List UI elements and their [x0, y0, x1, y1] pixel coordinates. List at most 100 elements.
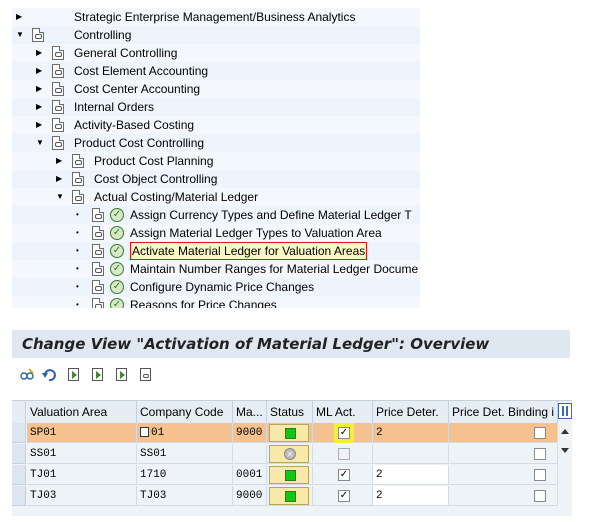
collapsed-arrow-icon[interactable]: ▶ [56, 170, 64, 188]
document-icon[interactable] [92, 280, 104, 294]
collapsed-arrow-icon[interactable]: ▶ [36, 44, 44, 62]
expanded-arrow-icon[interactable]: ▼ [56, 188, 64, 206]
tree-node-label[interactable]: Maintain Number Ranges for Material Ledg… [130, 260, 418, 278]
tree-node-label[interactable]: Actual Costing/Material Ledger [94, 188, 258, 206]
collapsed-arrow-icon[interactable]: ▶ [56, 152, 64, 170]
collapsed-arrow-icon[interactable]: ▶ [16, 8, 24, 26]
glasses-display-change-icon[interactable] [20, 368, 34, 382]
execute-icon[interactable]: ✓ [110, 280, 124, 294]
status-button[interactable] [269, 424, 309, 442]
cell-valuation-area[interactable]: TJ01 [27, 465, 137, 485]
cell-company-code[interactable]: 1710 [137, 465, 233, 485]
cell-ma[interactable]: 0001 [233, 465, 267, 485]
tree-node-label[interactable]: General Controlling [74, 44, 177, 62]
col-header-valuation-area[interactable]: Valuation Area [27, 401, 137, 423]
document-icon[interactable] [92, 208, 104, 222]
cell-price-deter[interactable]: 2 [373, 423, 449, 443]
tree-node[interactable]: • ✓ Activate Material Ledger for Valuation… [12, 242, 420, 260]
col-header-ml-act[interactable]: ML Act. [313, 401, 373, 423]
execute-icon[interactable]: ✓ [110, 226, 124, 240]
ml-act-checkbox[interactable]: ✓ [338, 469, 350, 481]
tree-node[interactable]: ▶ Cost Element Accounting [12, 62, 420, 80]
execute-icon[interactable]: ✓ [110, 208, 124, 222]
row-selector[interactable] [12, 423, 26, 443]
row-selector[interactable] [12, 465, 26, 485]
tree-node[interactable]: ▶ Cost Center Accounting [12, 80, 420, 98]
cell-valuation-area[interactable]: SP01 [27, 423, 137, 443]
col-header-company-code[interactable]: Company Code [137, 401, 233, 423]
tree-node-label[interactable]: Controlling [74, 26, 131, 44]
cell-ma[interactable]: 9000 [233, 486, 267, 506]
col-header-status[interactable]: Status [267, 401, 313, 423]
vertical-scrollbar[interactable] [558, 423, 572, 516]
tree-node-label[interactable]: Activity-Based Costing [74, 116, 194, 134]
undo-icon[interactable] [42, 368, 56, 382]
execute-icon[interactable]: ✓ [110, 244, 124, 258]
binding-checkbox[interactable] [534, 448, 546, 460]
tree-node-label[interactable]: Reasons for Price Changes [130, 296, 277, 308]
binding-checkbox[interactable] [534, 490, 546, 502]
document-icon[interactable] [72, 172, 84, 186]
cell-price-deter[interactable] [373, 444, 449, 464]
cell-company-code[interactable]: SS01 [137, 444, 233, 464]
scroll-down-icon[interactable] [561, 448, 569, 453]
tree-node-label[interactable]: Cost Object Controlling [94, 170, 217, 188]
copy-entry-icon[interactable] [68, 368, 79, 381]
cell-ma[interactable]: 9000 [233, 423, 267, 443]
tree-node-label[interactable]: Assign Currency Types and Define Materia… [130, 206, 412, 224]
document-icon[interactable] [92, 262, 104, 276]
cell-valuation-area[interactable]: TJ03 [27, 486, 137, 506]
document-icon[interactable] [52, 82, 64, 96]
document-icon[interactable] [52, 64, 64, 78]
document-icon[interactable] [52, 118, 64, 132]
collapsed-arrow-icon[interactable]: ▶ [36, 62, 44, 80]
tree-node[interactable]: ▼ Actual Costing/Material Ledger [12, 188, 420, 206]
tree-node-label[interactable]: Activate Material Ledger for Valuation A… [130, 242, 368, 260]
header-gripper[interactable] [12, 401, 26, 423]
tree-node-label[interactable]: Product Cost Controlling [74, 134, 204, 152]
tree-node[interactable]: ▶ Activity-Based Costing [12, 116, 420, 134]
collapsed-arrow-icon[interactable]: ▶ [36, 98, 44, 116]
tree-node-label[interactable]: Strategic Enterprise Management/Business… [74, 8, 355, 26]
status-button[interactable] [269, 487, 309, 505]
document-icon[interactable] [72, 154, 84, 168]
document-icon[interactable] [52, 46, 64, 60]
binding-checkbox[interactable] [534, 469, 546, 481]
tree-node[interactable]: ▶ Cost Object Controlling [12, 170, 420, 188]
ml-act-checkbox[interactable]: ✓ [338, 427, 350, 439]
execute-icon[interactable]: ✓ [110, 262, 124, 276]
copy-icon[interactable] [140, 427, 149, 438]
status-button[interactable] [269, 466, 309, 484]
document-icon[interactable] [52, 136, 64, 150]
collapsed-arrow-icon[interactable]: ▶ [36, 80, 44, 98]
tree-node[interactable]: ▼ Controlling [12, 26, 420, 44]
cell-ma[interactable] [233, 444, 267, 464]
tree-node[interactable]: ▶ Strategic Enterprise Management/Busines… [12, 8, 420, 26]
tree-node[interactable]: ▶ General Controlling [12, 44, 420, 62]
new-entries-icon[interactable] [92, 368, 103, 381]
col-header-price-deter[interactable]: Price Deter. [373, 401, 449, 423]
tree-node[interactable]: • ✓ Configure Dynamic Price Changes [12, 278, 420, 296]
cell-valuation-area[interactable]: SS01 [27, 444, 137, 464]
tree-node-label[interactable]: Cost Element Accounting [74, 62, 208, 80]
delete-icon[interactable] [116, 368, 127, 381]
document-icon[interactable] [32, 28, 44, 42]
document-icon[interactable] [140, 368, 151, 381]
expanded-arrow-icon[interactable]: ▼ [36, 134, 44, 152]
ml-act-checkbox[interactable]: ✓ [338, 490, 350, 502]
cell-company-code[interactable]: TJ03 [137, 486, 233, 506]
tree-node-label[interactable]: Assign Material Ledger Types to Valuatio… [130, 224, 382, 242]
document-icon[interactable] [92, 244, 104, 258]
tree-node[interactable]: • ✓ Assign Currency Types and Define Mater… [12, 206, 420, 224]
tree-node[interactable]: • ✓ Reasons for Price Changes [12, 296, 420, 308]
execute-icon[interactable]: ✓ [110, 298, 124, 308]
document-icon[interactable] [72, 190, 84, 204]
col-header-ma[interactable]: Ma... [233, 401, 267, 423]
cell-company-code[interactable]: 01 [137, 423, 233, 443]
document-icon[interactable] [52, 100, 64, 114]
tree-node-label[interactable]: Configure Dynamic Price Changes [130, 278, 314, 296]
tree-node[interactable]: ▶ Product Cost Planning [12, 152, 420, 170]
tree-node-label[interactable]: Cost Center Accounting [74, 80, 200, 98]
binding-checkbox[interactable] [534, 427, 546, 439]
cell-price-deter[interactable]: 2 [373, 486, 449, 506]
